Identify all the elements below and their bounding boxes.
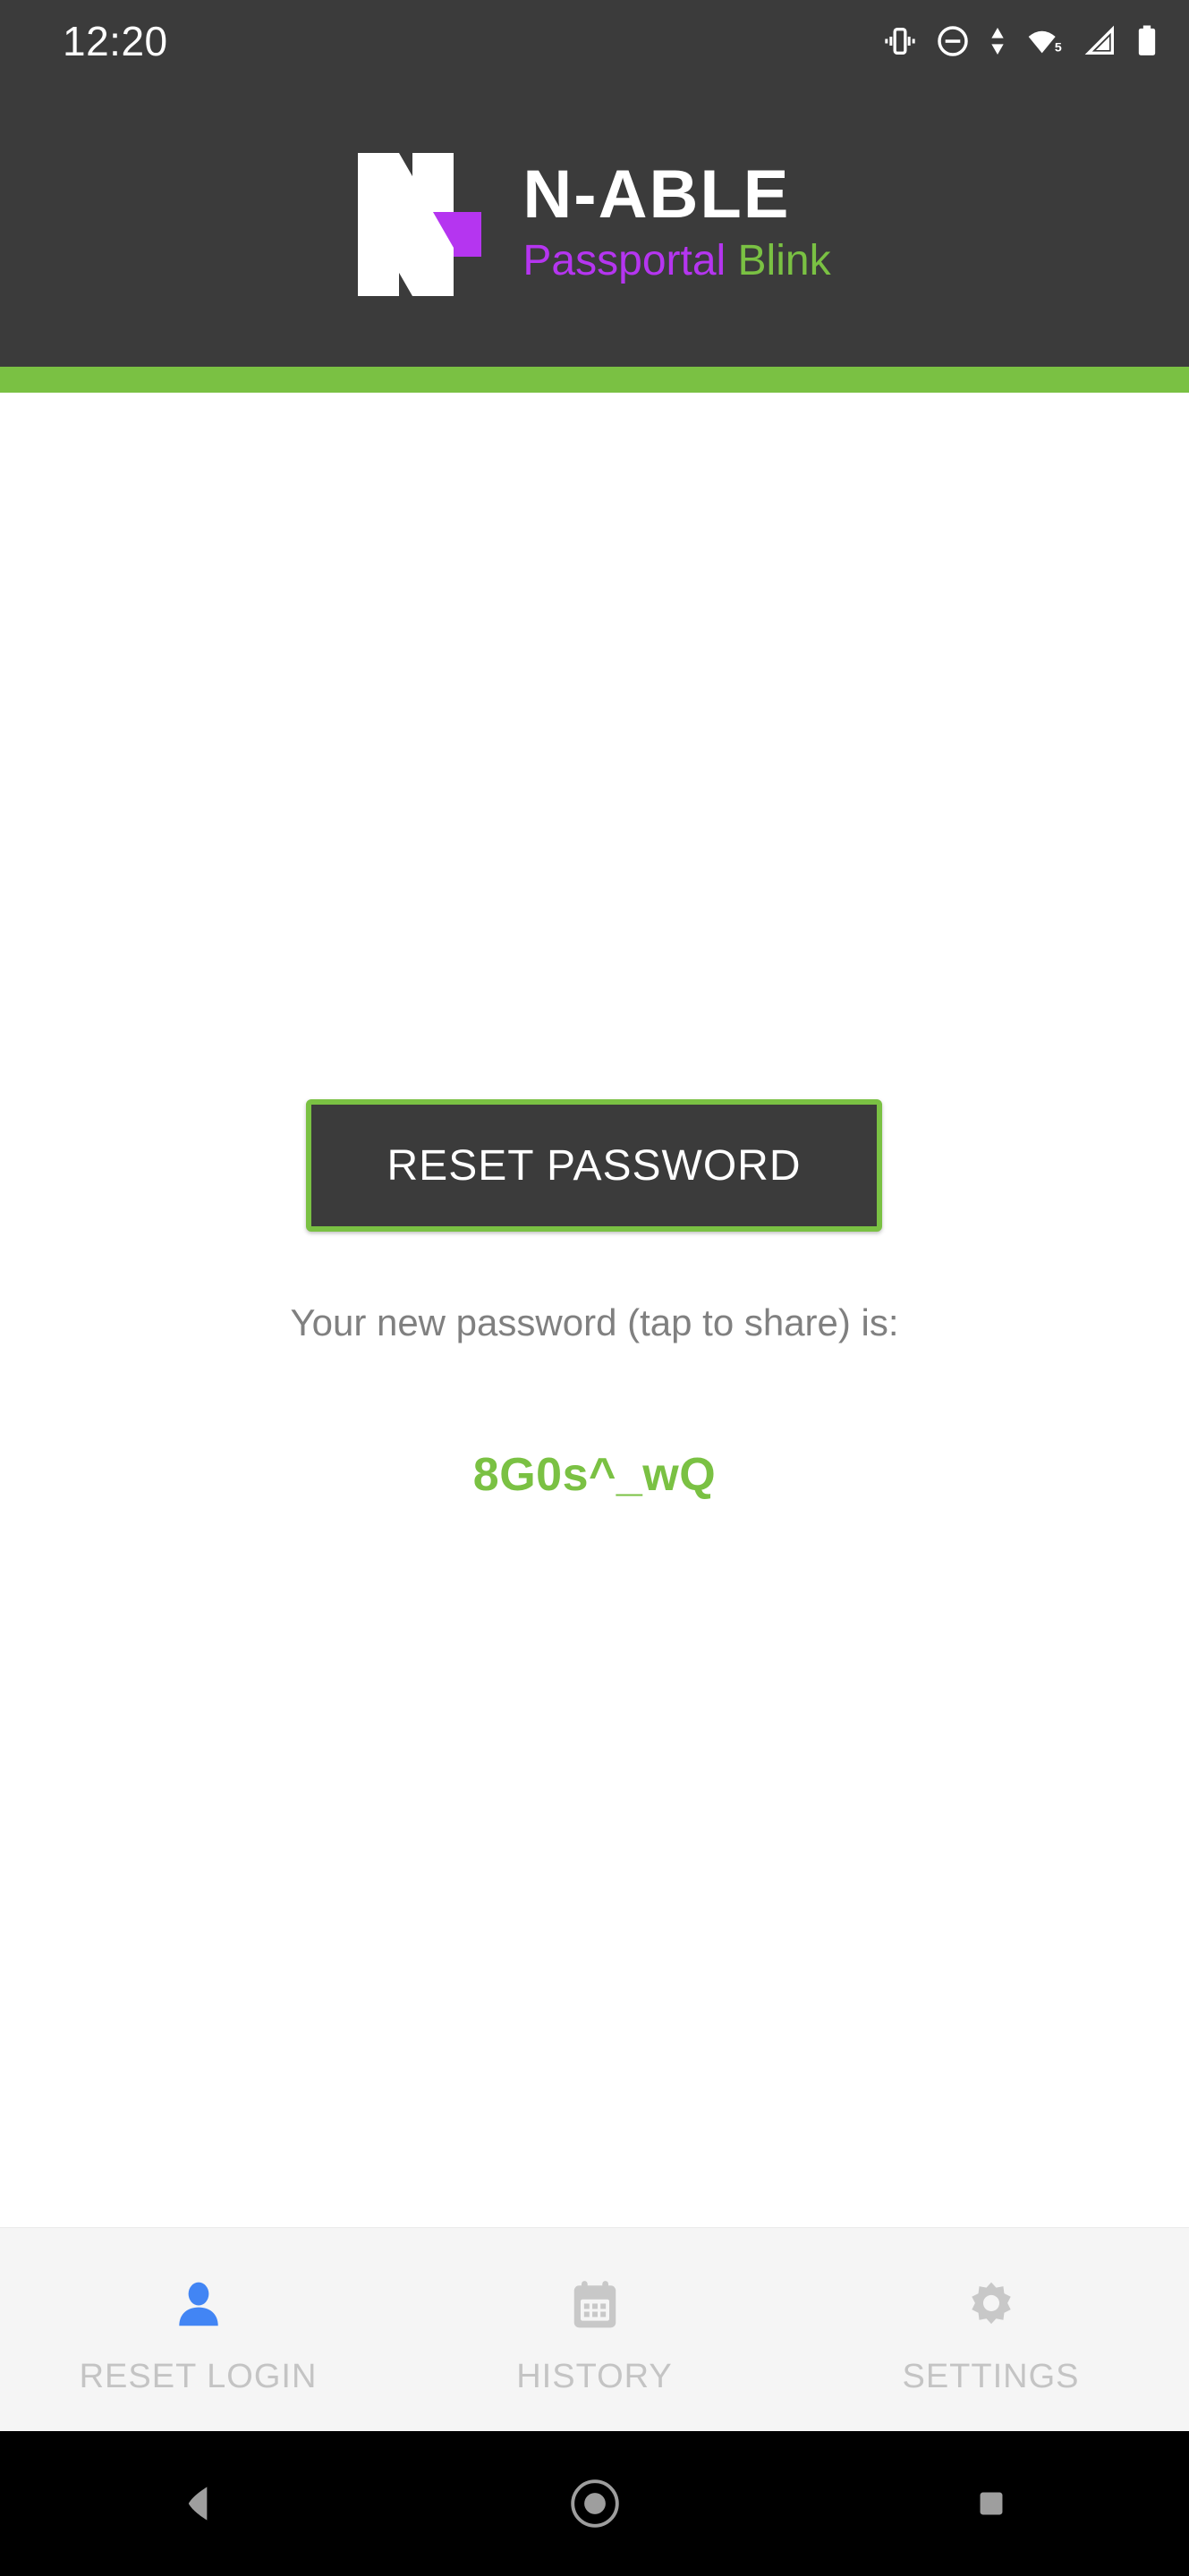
cellular-signal-icon bbox=[1083, 23, 1118, 59]
nav-home-button[interactable] bbox=[528, 2431, 662, 2576]
back-triangle-icon bbox=[174, 2479, 224, 2529]
brand-text: N-ABLE Passportal Blink bbox=[522, 161, 830, 288]
gear-icon bbox=[964, 2275, 1019, 2334]
svg-text:5: 5 bbox=[1055, 41, 1062, 55]
accent-bar bbox=[0, 367, 1189, 393]
password-caption: Your new password (tap to share) is: bbox=[290, 1301, 899, 1343]
do-not-disturb-icon bbox=[935, 23, 971, 59]
tab-label-settings: SETTINGS bbox=[902, 2358, 1080, 2395]
brand-subtitle-secondary: Blink bbox=[737, 237, 831, 284]
nav-back-button[interactable] bbox=[132, 2431, 266, 2576]
home-circle-icon bbox=[567, 2476, 623, 2531]
tab-settings[interactable]: SETTINGS bbox=[793, 2228, 1189, 2431]
wifi-icon: 5 bbox=[1024, 23, 1066, 59]
recents-square-icon bbox=[971, 2483, 1012, 2524]
bottom-tab-bar: RESET LOGIN HISTORY SETTINGS bbox=[0, 2227, 1189, 2431]
app-screen: 12:20 5 N-ABLE Passportal Blink RESET PA… bbox=[0, 0, 1189, 2576]
calendar-icon bbox=[567, 2275, 623, 2334]
nav-recents-button[interactable] bbox=[924, 2431, 1058, 2576]
status-clock: 12:20 bbox=[63, 18, 168, 64]
brand-title: N-ABLE bbox=[522, 157, 791, 233]
tab-reset-login[interactable]: RESET LOGIN bbox=[0, 2228, 396, 2431]
vibrate-icon bbox=[882, 23, 918, 59]
person-icon bbox=[171, 2275, 226, 2334]
status-icon-group: 5 bbox=[882, 23, 1159, 59]
reset-password-button[interactable]: RESET PASSWORD bbox=[306, 1099, 882, 1232]
brand-subtitle-primary: Passportal bbox=[522, 237, 726, 284]
brand-subtitle: Passportal Blink bbox=[522, 234, 830, 288]
n-able-logo-mark bbox=[358, 153, 482, 296]
status-bar: 12:20 5 bbox=[0, 0, 1189, 82]
data-transfer-icon bbox=[988, 23, 1007, 59]
brand-logo: N-ABLE Passportal Blink bbox=[358, 153, 831, 296]
generated-password-value[interactable]: 8G0s^_wQ bbox=[0, 1448, 1189, 1502]
battery-icon bbox=[1135, 23, 1159, 59]
android-nav-bar bbox=[0, 2431, 1189, 2576]
main-content: RESET PASSWORD Your new password (tap to… bbox=[0, 393, 1189, 2227]
tab-label-reset-login: RESET LOGIN bbox=[79, 2358, 318, 2395]
app-header: N-ABLE Passportal Blink bbox=[0, 82, 1189, 367]
tab-history[interactable]: HISTORY bbox=[396, 2228, 793, 2431]
tab-label-history: HISTORY bbox=[516, 2358, 673, 2395]
